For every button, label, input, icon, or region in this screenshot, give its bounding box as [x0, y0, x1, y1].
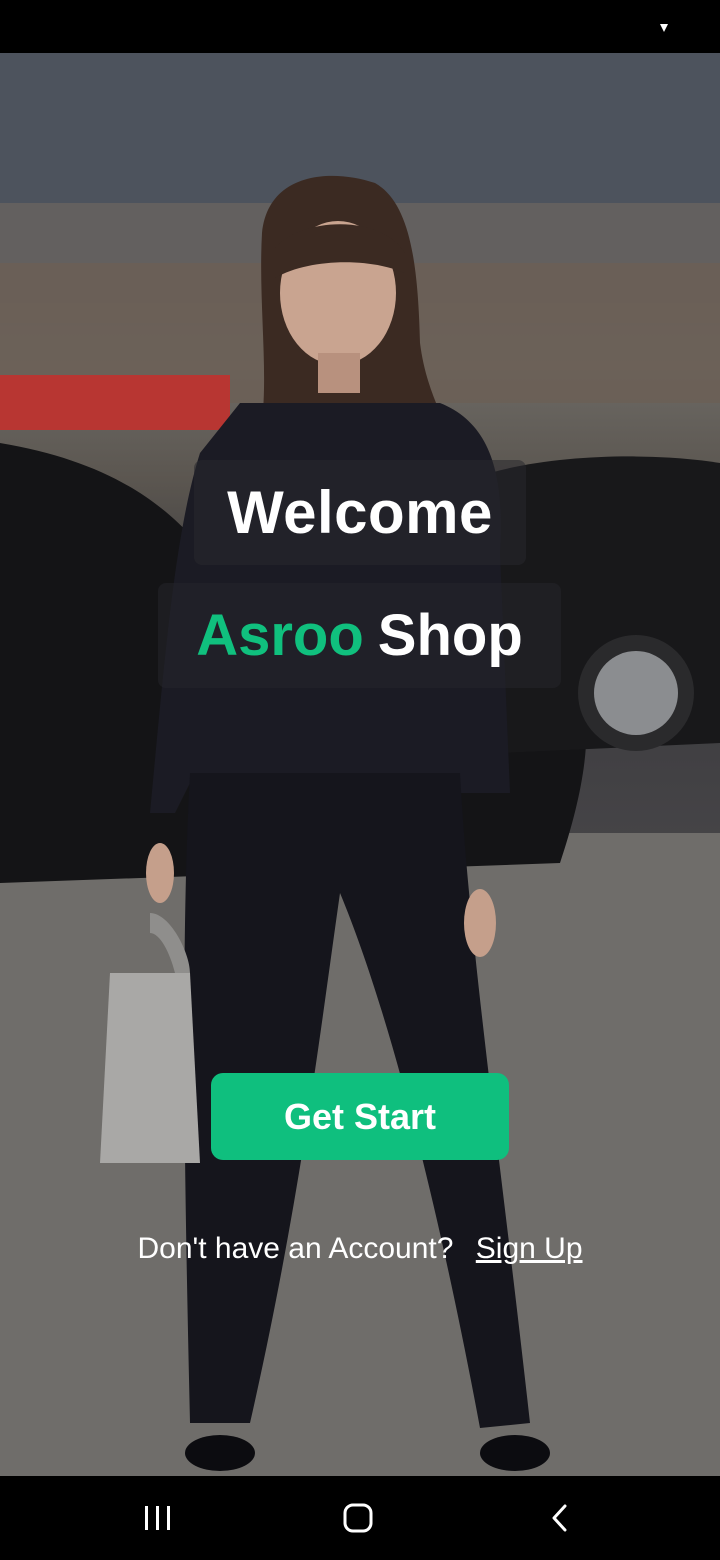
welcome-title: Welcome: [227, 479, 493, 546]
brand-accent-text: Asroo: [196, 603, 364, 668]
status-bar: [0, 0, 720, 53]
signup-prompt: Don't have an Account?: [137, 1232, 454, 1265]
brand-rest-text: Shop: [377, 603, 523, 668]
signup-row: Don't have an Account? Sign Up: [0, 1232, 720, 1266]
recents-icon[interactable]: [138, 1498, 178, 1538]
signal-icon: [660, 24, 668, 32]
sign-up-link[interactable]: Sign Up: [476, 1232, 583, 1265]
back-icon[interactable]: [540, 1498, 580, 1538]
navigation-bar: [0, 1476, 720, 1560]
welcome-banner: Welcome: [194, 460, 526, 565]
get-start-button[interactable]: Get Start: [211, 1073, 509, 1160]
brand-banner: Asroo Shop: [158, 583, 561, 688]
home-icon[interactable]: [338, 1498, 378, 1538]
